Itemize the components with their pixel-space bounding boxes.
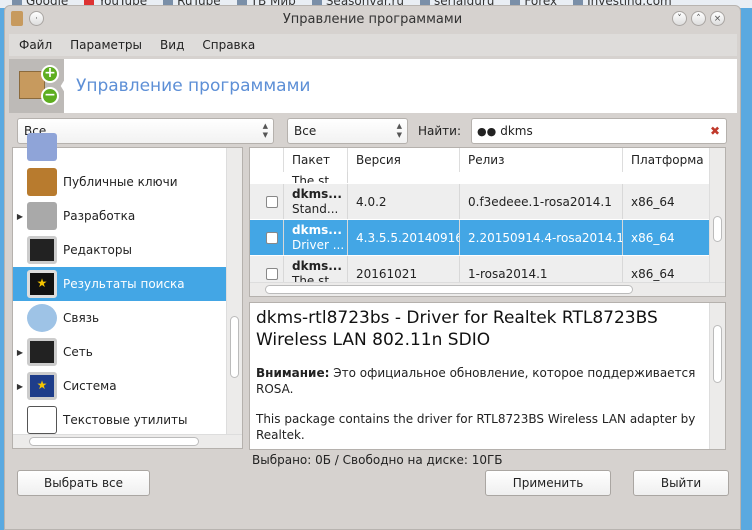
menu-file[interactable]: Файл (19, 38, 52, 52)
minimize-button[interactable]: ˅ (672, 11, 687, 26)
category-item[interactable]: ▶ ★ Система (13, 369, 227, 403)
system-star-icon: ★ (27, 372, 57, 400)
header-banner: + − Управление программами (9, 59, 737, 113)
packages-table: The st... Пакет Версия Релиз Платформа d… (249, 147, 726, 297)
banner-title: Управление программами (76, 76, 311, 96)
title-bar[interactable]: · Управление программами ˅ ˄ × (5, 6, 740, 32)
clear-search-icon[interactable]: ✖ (710, 124, 720, 138)
table-row[interactable]: dkms... Stand... 4.0.2 0.f3edeee.1-rosa20… (250, 183, 713, 220)
close-button[interactable]: × (710, 11, 725, 26)
category-item[interactable]: Связь (13, 301, 227, 335)
select-all-button[interactable]: Выбрать все (17, 470, 150, 496)
window-title: Управление программами (282, 11, 463, 27)
description-warning: Внимание: Это официальное обновление, ко… (256, 366, 696, 396)
status-filter-select[interactable]: Все ▲ ▼ (287, 118, 408, 144)
key-box-icon (27, 168, 57, 196)
category-item[interactable]: ▶ Сеть (13, 335, 227, 369)
category-item[interactable]: Текстовые утилиты (13, 403, 227, 437)
horizontal-scrollbar[interactable] (13, 434, 242, 448)
menu-bar: Файл Параметры Вид Справка (9, 34, 737, 56)
horizontal-scrollbar[interactable] (250, 282, 725, 296)
column-header-release[interactable]: Релиз (460, 148, 623, 172)
category-item[interactable]: ▶ Разработка (13, 199, 227, 233)
spinner-arrows-icon: ▲ ▼ (262, 122, 268, 139)
column-header-version[interactable]: Версия (348, 148, 460, 172)
status-text: Выбрано: 0Б / Свободно на диске: 10ГБ (252, 453, 503, 467)
description-body: This package contains the driver for RTL… (256, 412, 696, 442)
maximize-button[interactable]: ˄ (691, 11, 706, 26)
column-header-package[interactable]: Пакет (284, 148, 348, 172)
menu-view[interactable]: Вид (160, 38, 184, 52)
category-icon (27, 133, 57, 161)
category-tree: Публичные ключи ▶ Разработка Редакторы ★ Р… (12, 133, 243, 449)
vertical-scrollbar[interactable] (709, 148, 725, 282)
expand-arrow-icon[interactable]: ▶ (13, 212, 27, 221)
phone-contact-icon (27, 304, 57, 332)
column-header-platform[interactable]: Платформа (623, 148, 713, 172)
quit-button[interactable]: Выйти (633, 470, 729, 496)
expand-arrow-icon[interactable]: ▶ (13, 382, 27, 391)
apply-button[interactable]: Применить (485, 470, 611, 496)
binoculars-icon: ●● (477, 124, 497, 138)
vertical-scrollbar[interactable] (226, 148, 242, 434)
vertical-scrollbar[interactable] (709, 303, 725, 449)
search-input[interactable]: ●● dkms ✖ (471, 118, 727, 144)
package-checkbox[interactable] (266, 268, 278, 280)
description-title: dkms-rtl8723bs - Driver for Realtek RTL8… (256, 308, 658, 350)
category-item[interactable] (13, 130, 227, 164)
monitor-icon (27, 236, 57, 264)
menu-settings[interactable]: Параметры (70, 38, 142, 52)
search-label: Найти: (418, 124, 462, 138)
category-item[interactable]: Публичные ключи (13, 165, 227, 199)
star-monitor-icon: ★ (27, 270, 57, 298)
menu-help[interactable]: Справка (202, 38, 255, 52)
network-globe-icon (27, 338, 57, 366)
table-row-selected[interactable]: dkms... Driver ... 4.3.5.5.20140916 2.201… (250, 219, 713, 256)
package-manager-icon: + − (9, 59, 64, 113)
column-header-checkbox (250, 148, 284, 172)
spinner-arrows-icon: ▲ ▼ (396, 122, 402, 139)
package-description: dkms-rtl8723bs - Driver for Realtek RTL8… (249, 302, 726, 450)
expand-arrow-icon[interactable]: ▶ (13, 348, 27, 357)
tools-icon (27, 202, 57, 230)
category-item[interactable]: Редакторы (13, 233, 227, 267)
package-checkbox[interactable] (266, 232, 278, 244)
category-item-selected[interactable]: ★ Результаты поиска (13, 267, 227, 301)
package-checkbox[interactable] (266, 196, 278, 208)
text-pen-icon (27, 406, 57, 434)
